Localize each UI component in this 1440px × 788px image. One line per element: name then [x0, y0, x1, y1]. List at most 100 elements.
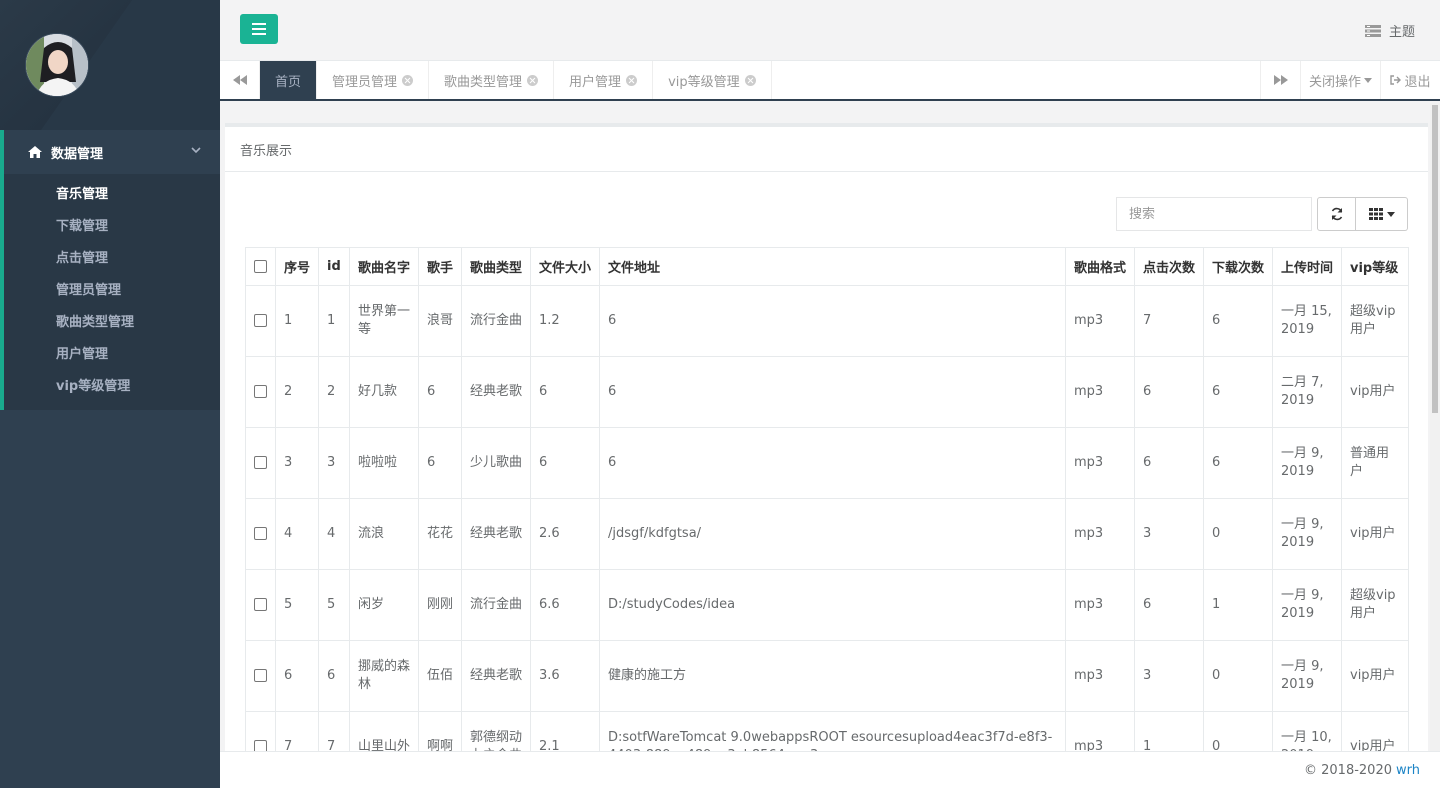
row-select-cell: [245, 569, 276, 641]
tab[interactable]: 首页: [260, 61, 318, 99]
row-checkbox[interactable]: [254, 314, 267, 327]
row-select-cell: [245, 356, 276, 428]
table-cell: 3: [318, 427, 350, 499]
sidebar-item[interactable]: 歌曲类型管理: [4, 304, 220, 336]
avatar[interactable]: [25, 33, 89, 97]
table-cell: 一月 9, 2019: [1272, 498, 1342, 570]
table-cell: 1.2: [530, 285, 600, 357]
table-cell: 浪哥: [418, 285, 462, 357]
column-header[interactable]: 歌曲类型: [461, 247, 531, 286]
tab-label: 歌曲类型管理: [444, 74, 523, 90]
table-cell: 6: [1134, 569, 1204, 641]
home-icon: [28, 146, 42, 158]
refresh-button[interactable]: [1317, 197, 1356, 231]
table-cell: 6: [530, 427, 600, 499]
table-cell: 经典老歌: [461, 640, 531, 712]
sidebar-item[interactable]: 音乐管理: [4, 176, 220, 208]
table-row[interactable]: 2 2 好几款 6 经典老歌 6 6 mp3 6 6 二月 7, 2019 vip用户: [245, 356, 1409, 428]
table-row[interactable]: 3 3 啦啦啦 6 少儿歌曲 6 6 mp3 6 6 一月 9, 2019 普通用户: [245, 427, 1409, 499]
table-cell: 3.6: [530, 640, 600, 712]
row-checkbox[interactable]: [254, 527, 267, 540]
close-tab-icon[interactable]: [626, 74, 638, 86]
logout-label: 退出: [1404, 74, 1431, 90]
table-row[interactable]: 6 6 挪威的森林 伍佰 经典老歌 3.6 健康的施工方 mp3 3 0 一月 9, 2019 vip…: [245, 640, 1409, 712]
tabs-scroll-left-button[interactable]: [220, 61, 260, 99]
table-row[interactable]: 5 5 闲岁 刚刚 流行金曲 6.6 D:/studyCodes/idea mp3 6 1 一月 9…: [245, 569, 1409, 641]
column-header[interactable]: 文件大小: [530, 247, 600, 286]
table-cell: mp3: [1065, 640, 1135, 712]
column-header[interactable]: 下载次数: [1203, 247, 1273, 286]
caret-down-icon: [1386, 211, 1395, 217]
tabs-scroll-right-button[interactable]: [1260, 61, 1300, 99]
table-cell: D:/studyCodes/idea: [599, 569, 1066, 641]
row-checkbox[interactable]: [254, 456, 267, 469]
table-cell: 一月 10, 2019: [1272, 711, 1342, 751]
search-input[interactable]: [1116, 197, 1312, 231]
table-cell: 6: [418, 427, 462, 499]
column-header[interactable]: id: [318, 247, 350, 286]
top-bar: 主题: [220, 0, 1440, 61]
tab[interactable]: 用户管理: [554, 61, 654, 99]
close-operations-dropdown[interactable]: 关闭操作: [1300, 61, 1380, 99]
logout-button[interactable]: 退出: [1380, 61, 1440, 99]
table-cell: /jdsgf/kdfgtsa/: [599, 498, 1066, 570]
sidebar-item[interactable]: 下载管理: [4, 208, 220, 240]
theme-button[interactable]: 主题: [1364, 21, 1415, 40]
tab[interactable]: vip等级管理: [653, 61, 772, 99]
tab-label: 首页: [275, 74, 302, 90]
close-operations-label: 关闭操作: [1308, 74, 1361, 90]
music-panel: 音乐展示 序号id歌曲名字歌手歌曲类型文件大小文件地址歌曲格式点击次数下载次数上…: [225, 123, 1428, 751]
row-checkbox[interactable]: [254, 740, 267, 751]
nav-section-data-management[interactable]: 数据管理: [4, 130, 220, 174]
table-cell: 6: [530, 356, 600, 428]
select-all-checkbox[interactable]: [254, 260, 267, 273]
table-body: 1 1 世界第一等 浪哥 流行金曲 1.2 6 mp3 7 6 一月 15, 2019 超级vip用户…: [245, 285, 1409, 751]
column-header[interactable]: 点击次数: [1134, 247, 1204, 286]
table-cell: 普通用户: [1341, 427, 1409, 499]
table-cell: 挪威的森林: [349, 640, 419, 712]
forward-icon: [1273, 75, 1288, 85]
table-cell: 一月 9, 2019: [1272, 640, 1342, 712]
menu-toggle-button[interactable]: [240, 14, 278, 44]
column-header[interactable]: 上传时间: [1272, 247, 1342, 286]
subnav: 音乐管理 下载管理 点击管理 管理员管理 歌曲类型管理 用户管理 vip等级管理: [4, 174, 220, 410]
tab[interactable]: 歌曲类型管理: [429, 61, 555, 99]
table-cell: mp3: [1065, 498, 1135, 570]
close-tab-icon[interactable]: [744, 74, 756, 86]
table-cell: 一月 9, 2019: [1272, 427, 1342, 499]
sidebar-item[interactable]: 管理员管理: [4, 272, 220, 304]
table-cell: vip用户: [1341, 498, 1409, 570]
sidebar-item[interactable]: 用户管理: [4, 336, 220, 368]
row-checkbox[interactable]: [254, 385, 267, 398]
column-header[interactable]: vip等级: [1341, 247, 1409, 286]
table-cell: 0: [1203, 498, 1273, 570]
table-row[interactable]: 4 4 流浪 花花 经典老歌 2.6/jdsgf/kdfgtsa/mp3 3 0 一月 9, 2…: [245, 498, 1409, 570]
sidebar-item[interactable]: vip等级管理: [4, 368, 220, 400]
table-row[interactable]: 77山里山外啊啊郭德纲动力之金曲2.1D:sotfWareTomcat 9.0w…: [245, 711, 1409, 751]
row-select-cell: [245, 498, 276, 570]
page-scrollbar[interactable]: [1430, 103, 1440, 751]
table-cell: 1: [318, 285, 350, 357]
close-tab-icon[interactable]: [527, 74, 539, 86]
table-cell: mp3: [1065, 356, 1135, 428]
row-checkbox[interactable]: [254, 598, 267, 611]
table-cell: 一月 15, 2019: [1272, 285, 1342, 357]
sidebar-item[interactable]: 点击管理: [4, 240, 220, 272]
table-cell: 0: [1203, 711, 1273, 751]
author-link[interactable]: wrh: [1396, 763, 1420, 778]
column-header[interactable]: 歌曲名字: [349, 247, 419, 286]
table-cell: 经典老歌: [461, 498, 531, 570]
scrollbar-thumb[interactable]: [1432, 105, 1438, 413]
columns-toggle-button[interactable]: [1356, 197, 1408, 231]
table-cell: 少儿歌曲: [461, 427, 531, 499]
row-checkbox[interactable]: [254, 669, 267, 682]
column-header[interactable]: 序号: [275, 247, 319, 286]
tab[interactable]: 管理员管理: [317, 61, 430, 99]
column-header[interactable]: 歌手: [418, 247, 462, 286]
table-cell: 健康的施工方: [599, 640, 1066, 712]
column-header[interactable]: 文件地址: [599, 247, 1066, 286]
close-tab-icon[interactable]: [402, 74, 414, 86]
columns-icon: [1368, 208, 1383, 220]
table-row[interactable]: 1 1 世界第一等 浪哥 流行金曲 1.2 6 mp3 7 6 一月 15, 2019 超级vip用户: [245, 285, 1409, 357]
column-header[interactable]: 歌曲格式: [1065, 247, 1135, 286]
